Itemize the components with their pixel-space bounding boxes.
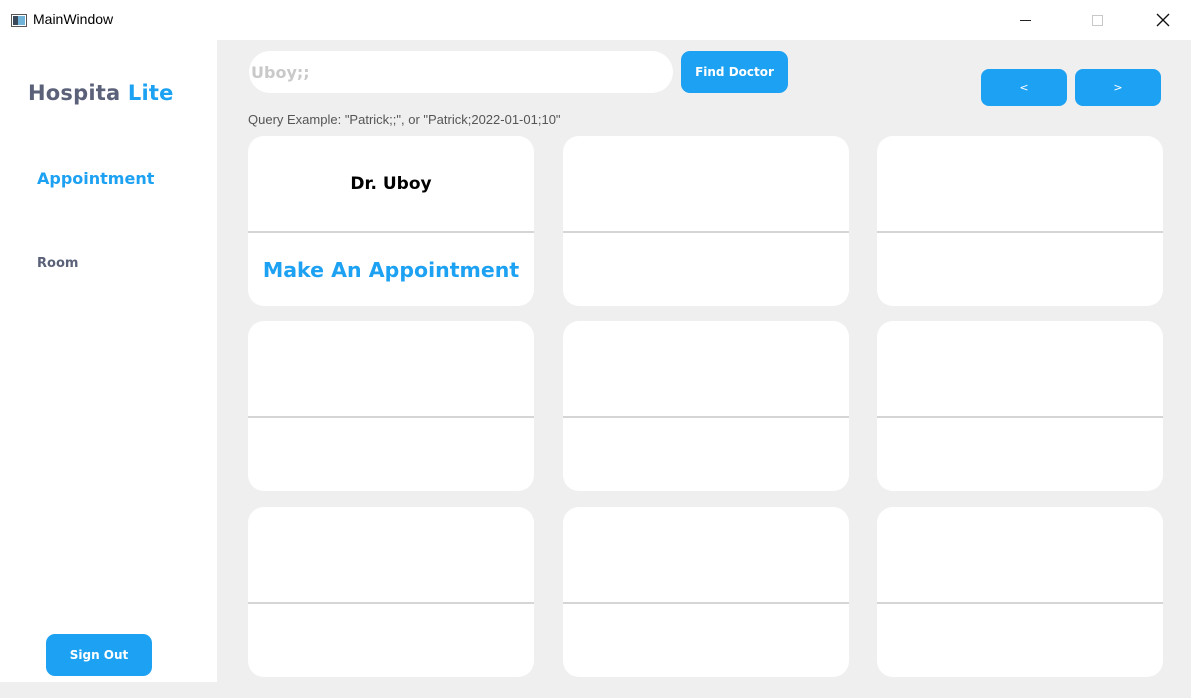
app-icon-pane-right [18,16,25,25]
minimize-button[interactable] [1002,0,1048,40]
doctor-card [248,321,534,491]
next-page-button[interactable]: > [1075,69,1161,106]
card-header [877,321,1163,416]
card-header [248,321,534,416]
card-footer [877,604,1163,677]
window-bottom-strip [0,682,1191,698]
close-icon [1156,13,1170,27]
doctor-card: Dr. Uboy Make An Appointment [248,136,534,306]
card-header [563,507,849,602]
window-app-icon [11,14,27,27]
doctor-card [563,507,849,677]
title-bar: MainWindow [0,0,1191,40]
close-button[interactable] [1140,0,1186,40]
card-footer [248,604,534,677]
card-header [563,321,849,416]
card-header [877,136,1163,231]
brand-primary: Hospita [28,81,121,105]
card-footer [563,233,849,306]
sign-out-button[interactable]: Sign Out [46,634,152,676]
maximize-button[interactable] [1074,0,1120,40]
make-appointment-link[interactable]: Make An Appointment [263,258,519,282]
card-header [563,136,849,231]
maximize-icon [1091,14,1103,26]
doctor-card [248,507,534,677]
doctor-card [877,507,1163,677]
card-footer [877,418,1163,491]
query-example-hint: Query Example: "Patrick;;", or "Patrick;… [248,112,561,127]
prev-page-button[interactable]: < [981,69,1067,106]
card-footer [563,418,849,491]
sidebar-item-appointment[interactable]: Appointment [37,169,154,188]
brand-logo: Hospita Lite [28,81,174,105]
sidebar-item-room[interactable]: Room [37,256,78,271]
doctor-name: Dr. Uboy [350,173,432,194]
doctor-card [877,321,1163,491]
main-content: Uboy;; Find Doctor < > Query Example: "P… [217,40,1191,682]
card-footer [563,604,849,677]
doctor-card [563,136,849,306]
card-footer [248,418,534,491]
search-input[interactable]: Uboy;; [249,51,673,93]
minimize-icon [1019,19,1031,21]
card-footer [877,233,1163,306]
find-doctor-button[interactable]: Find Doctor [681,51,788,93]
card-header: Dr. Uboy [248,136,534,231]
card-header [248,507,534,602]
window-title: MainWindow [33,11,114,27]
card-footer: Make An Appointment [248,233,534,306]
sidebar: Hospita Lite Appointment Room Sign Out [0,40,217,682]
card-header [877,507,1163,602]
doctor-card [563,321,849,491]
brand-accent: Lite [127,81,174,105]
doctor-card [877,136,1163,306]
